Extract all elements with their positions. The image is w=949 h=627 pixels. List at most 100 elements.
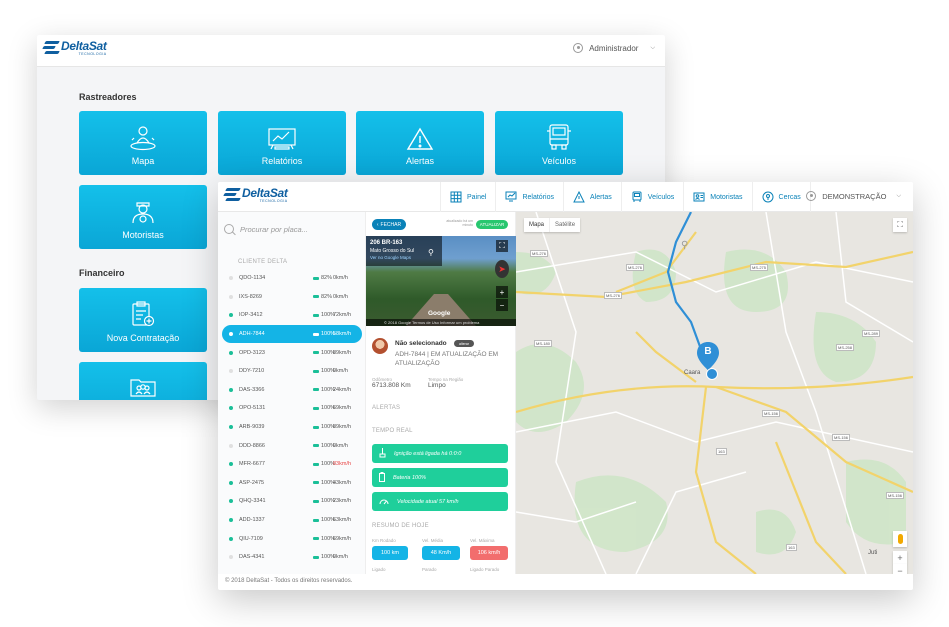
pegman-icon[interactable] (893, 531, 907, 547)
vehicle-row[interactable]: OPO-5131 100% 69km/h (218, 399, 366, 418)
tile-reports[interactable]: Relatórios (218, 111, 346, 175)
vehicle-speed: 63km/h (333, 517, 352, 524)
battery-icon (313, 388, 319, 392)
battery-icon (313, 425, 319, 429)
vehicle-speed: 0km/h (333, 293, 348, 300)
road-label: MS-156 (832, 434, 851, 441)
vehicle-row[interactable]: ARB-9039 100% 89km/h (218, 418, 366, 437)
road-label: 163 (786, 544, 797, 551)
battery-icon (313, 555, 319, 559)
compass-icon[interactable]: ➤ (495, 260, 509, 278)
nav-alertas[interactable]: Alertas (562, 182, 621, 212)
vehicle-plate: ARB-9039 (239, 424, 265, 431)
vehicle-speed: 23km/h (333, 498, 352, 505)
battery-icon (313, 444, 319, 448)
tile-vehicles[interactable]: Veículos (495, 111, 623, 175)
vehicle-row[interactable]: DAS-3366 100% 24km/h (218, 381, 366, 400)
tile-new-contract[interactable]: Nova Contratação (79, 288, 207, 352)
nav-painel[interactable]: Painel (440, 182, 495, 212)
driver-avatar (372, 338, 388, 354)
road-label: MS-156 (762, 410, 781, 417)
vehicle-speed: 0km/h (333, 442, 348, 449)
nav-label: Alertas (589, 193, 612, 201)
nav-cercas[interactable]: Cercas (751, 182, 810, 212)
driver-icon (132, 202, 154, 224)
search-box[interactable]: Procurar por placa... (224, 220, 360, 238)
vehicle-row[interactable]: IXS-8269 82% 0km/h (218, 288, 366, 307)
vehicle-row[interactable]: QDO-1134 82% 0km/h (218, 269, 366, 288)
tile-drivers[interactable]: Motoristas (79, 185, 207, 249)
town-label: Caara (684, 370, 701, 376)
map-type-tabs: Mapa Satélite (524, 218, 581, 232)
driver-icon (693, 191, 705, 203)
odometer: Odômetro 6713.808 Km (372, 377, 411, 389)
vehicle-row[interactable]: QHQ-3341 100% 23km/h (218, 492, 366, 511)
status-dot-icon (229, 332, 233, 337)
map-fullscreen-icon[interactable]: ⛶ (893, 218, 907, 232)
update-button[interactable]: ATUALIZAR (476, 220, 508, 229)
vehicle-speed: 89km/h (333, 349, 352, 356)
battery-icon (313, 276, 319, 280)
vehicle-battery: 100% (321, 442, 336, 449)
vehicle-plate: IOP-3412 (239, 312, 263, 319)
status-dot-icon (229, 536, 233, 541)
vehicle-row[interactable]: ASP-2475 100% 43km/h (218, 474, 366, 493)
close-button[interactable]: ‹ FECHAR (372, 219, 406, 230)
nav-label: Motoristas (710, 193, 743, 201)
front-header: DeltaSat TECNOLOGIA Painel Relatórios Al… (218, 182, 913, 212)
zoom-out-icon[interactable]: − (496, 299, 508, 311)
map-view[interactable]: ⚲ B Caara Juti MS-276 MS-276 MS-275 MS-2… (516, 212, 913, 574)
tile-users-folder[interactable] (79, 362, 207, 400)
nav-relatorios[interactable]: Relatórios (495, 182, 563, 212)
nav-veiculos[interactable]: Veículos (620, 182, 683, 212)
vehicle-row[interactable]: MFR-6677 100% 83km/h (218, 455, 366, 474)
vehicle-row[interactable]: ADH-7844 100% 58km/h (222, 324, 362, 344)
tile-alerts[interactable]: Alertas (356, 111, 484, 175)
tile-map[interactable]: Mapa (79, 111, 207, 175)
vehicle-row[interactable]: DDY-7210 100% 0km/h (218, 362, 366, 381)
road-label: MS-275 (750, 264, 769, 271)
vehicle-battery: 82% (321, 275, 333, 282)
street-view[interactable]: 206 BR-163 Mato Grosso do Sul Ver no Goo… (366, 236, 516, 326)
vehicle-speed: 69km/h (333, 405, 352, 412)
battery-icon (313, 518, 319, 522)
vehicle-battery: 100% (321, 386, 336, 393)
vehicle-row[interactable]: OPD-3123 100% 89km/h (218, 343, 366, 362)
vehicle-row[interactable]: DAS-4341 100% 0km/h (218, 548, 366, 567)
change-driver-button[interactable]: alterar (454, 340, 474, 347)
vehicle-row[interactable]: IOP-3412 100% 72km/h (218, 306, 366, 325)
tab-satellite[interactable]: Satélite (549, 218, 580, 232)
status-dot-icon (229, 369, 233, 374)
map-zoom-out-icon[interactable]: − (893, 564, 907, 574)
battery-icon (313, 369, 319, 373)
vehicle-speed: 72km/h (333, 312, 352, 319)
front-logo[interactable]: DeltaSat TECNOLOGIA (223, 187, 288, 203)
realtime-heading: TEMPO REAL (372, 428, 413, 434)
logo-mark-icon (42, 41, 61, 55)
zoom-in-icon[interactable]: + (496, 286, 508, 298)
bottom-label: Parado (422, 567, 437, 572)
map-zoom-in-icon[interactable]: + (893, 551, 907, 564)
close-label: FECHAR (380, 221, 402, 228)
nav-motoristas[interactable]: Motoristas (683, 182, 751, 212)
user-icon (573, 43, 584, 53)
vehicle-plate: DDD-8866 (239, 442, 265, 449)
fullscreen-icon[interactable]: ⛶ (496, 240, 508, 252)
nav-label: Painel (467, 193, 487, 201)
tab-map[interactable]: Mapa (524, 218, 549, 232)
vehicle-speed: 24km/h (333, 386, 352, 393)
search-input[interactable]: Procurar por placa... (240, 225, 308, 234)
vehicle-battery: 100% (321, 461, 336, 468)
back-logo[interactable]: DeltaSat TECNOLOGIA (42, 40, 107, 56)
marker-b[interactable]: B (696, 342, 720, 370)
status-dot-icon (229, 462, 233, 467)
front-user-menu[interactable]: DEMONSTRAÇÃO ⌵ (806, 191, 901, 201)
vehicle-row[interactable]: DDD-8866 100% 0km/h (218, 436, 366, 455)
vehicle-row[interactable]: ADD-1337 100% 63km/h (218, 511, 366, 530)
vehicle-row[interactable]: QIU-7109 100% 69km/h (218, 529, 366, 548)
vehicle-speed: 58km/h (333, 331, 352, 338)
start-pin-icon[interactable]: ⚲ (681, 240, 691, 252)
vehicle-bus-icon[interactable] (706, 368, 718, 380)
back-user-menu[interactable]: Administrador ⌵ (573, 43, 655, 53)
vehicle-speed: 43km/h (333, 479, 352, 486)
